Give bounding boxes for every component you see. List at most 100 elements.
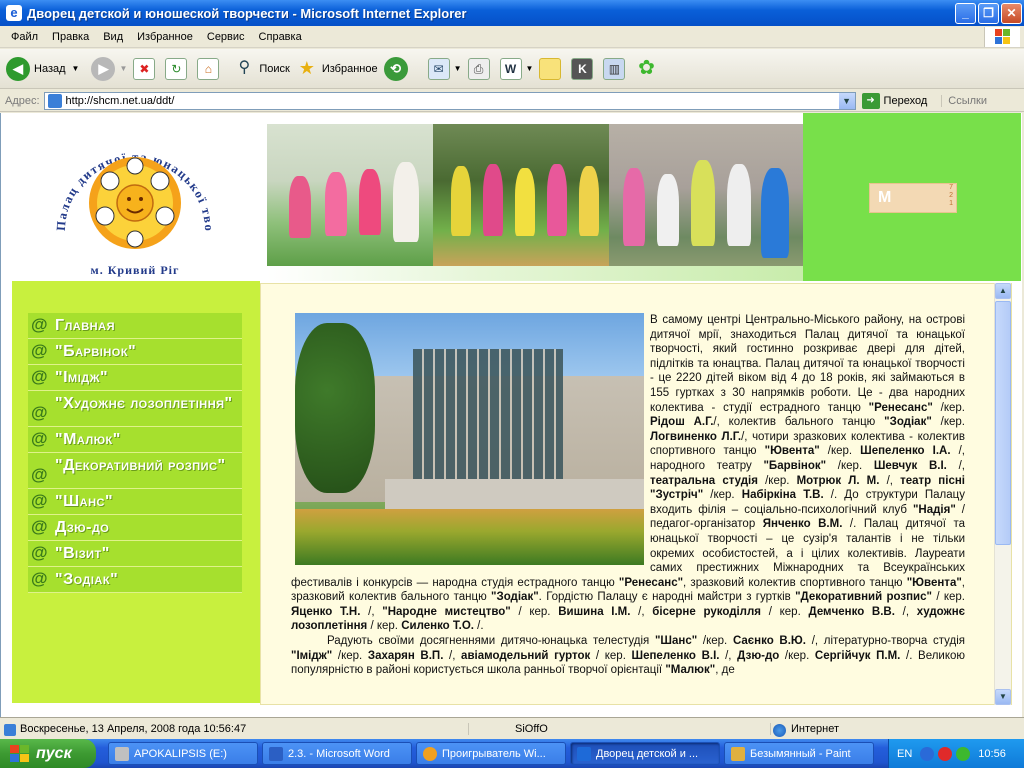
header-fade (267, 266, 803, 281)
taskbar: пуск APOKALIPSIS (E:) 2.3. - Microsoft W… (0, 739, 1024, 768)
spiral-icon: @ (31, 543, 48, 562)
home-icon: ⌂ (197, 57, 220, 80)
favorites-button[interactable]: ★ Избранное (296, 58, 378, 80)
tools-button[interactable]: ▥ (603, 57, 629, 80)
address-input[interactable]: http://shcm.net.ua/ddt/ ▼ (43, 91, 856, 110)
word-doc-icon (269, 746, 283, 761)
nav-label: "Імідж" (55, 369, 109, 386)
task-explorer[interactable]: APOKALIPSIS (E:) (108, 742, 258, 765)
spiral-icon: @ (31, 569, 48, 588)
photo-children-2 (433, 124, 609, 266)
menu-file[interactable]: Файл (4, 31, 45, 43)
search-icon: ⚲ (238, 58, 251, 76)
nav-label: "Декоративний розпис" (55, 457, 226, 474)
note-button[interactable] (539, 57, 565, 80)
nav-item-vizyt[interactable]: @ "Візит" (28, 541, 242, 567)
refresh-button[interactable]: ↻ (165, 57, 191, 80)
nav-item-zodiak[interactable]: @ "Зодіак" (28, 567, 242, 593)
content-frame: В самому центрі Центрально-Міського райо… (260, 283, 1012, 705)
globe-icon (773, 723, 786, 737)
menu-favorites[interactable]: Избранное (130, 31, 200, 43)
windows-flag-icon (10, 744, 30, 763)
nav-item-malyuk[interactable]: @ "Малюк" (28, 427, 242, 453)
maximize-button[interactable]: ❐ (978, 3, 999, 24)
task-ie[interactable]: Дворец детской и ... (570, 742, 720, 765)
kaspersky-icon[interactable] (938, 746, 953, 761)
forward-button[interactable]: ▶ ▼ (91, 56, 127, 81)
menu-help[interactable]: Справка (252, 31, 309, 43)
windows-logo-icon (984, 27, 1020, 47)
status-bar: Воскресенье, 13 Апреля, 2008 года 10:56:… (0, 717, 1024, 739)
address-bar: Адрес: http://shcm.net.ua/ddt/ ▼ ➜ Перех… (0, 90, 1024, 112)
scroll-up-icon[interactable]: ▲ (995, 283, 1011, 299)
tray-arrow-icon[interactable] (920, 746, 935, 761)
minimize-button[interactable]: _ (955, 3, 976, 24)
icq-tray-icon[interactable] (956, 746, 971, 761)
media-player-icon (423, 746, 437, 761)
address-dropdown-icon[interactable]: ▼ (838, 92, 855, 109)
links-button[interactable]: Ссылки (941, 94, 987, 107)
sidebar-nav: @ Главная @ "Барвінок" @ "Імідж" @ "Художнє … (28, 313, 242, 593)
spiral-icon: @ (31, 465, 48, 484)
back-dropdown-icon[interactable]: ▼ (72, 64, 80, 73)
content-scrollbar[interactable]: ▲ ▼ (994, 283, 1011, 705)
spiral-icon: @ (31, 341, 48, 360)
print-icon: ⎙ (467, 57, 490, 80)
spiral-icon: @ (31, 403, 48, 422)
counter-digit: 7 (949, 184, 953, 191)
counter-logo-icon: M (878, 189, 892, 206)
icq-button[interactable]: ✿ (635, 58, 661, 80)
menu-tools[interactable]: Сервис (200, 31, 252, 43)
menu-view[interactable]: Вид (96, 31, 130, 43)
nav-item-imidzh[interactable]: @ "Імідж" (28, 365, 242, 391)
spiral-icon: @ (31, 491, 48, 510)
site-header: Палац дитячої та юнацької творчості м. К… (1, 113, 1021, 281)
refresh-icon: ↻ (165, 57, 188, 80)
status-middle: SiOffO (468, 722, 770, 735)
scroll-thumb[interactable] (995, 301, 1011, 545)
language-indicator[interactable]: EN (897, 748, 912, 760)
nav-label: Дзю-до (55, 519, 110, 536)
go-button[interactable]: ➜ Переход (861, 92, 927, 109)
status-zone: Интернет (770, 722, 839, 737)
history-button[interactable]: ⟲ (383, 56, 412, 81)
toolbar: ◀ Назад ▼ ▶ ▼ ✖ ↻ ⌂ ⚲ Поиск ★ Избранное … (0, 49, 1024, 89)
menu-bar: Файл Правка Вид Избранное Сервис Справка (0, 26, 1024, 48)
article-text: В самому центрі Центрально-Міського райо… (291, 313, 965, 678)
forward-icon: ▶ (91, 56, 116, 81)
page-viewport[interactable]: Палац дитячої та юнацької творчості м. К… (0, 113, 1022, 717)
visit-counter[interactable]: M 7 2 1 (869, 183, 957, 213)
k-button[interactable]: K (571, 57, 597, 80)
ie-task-icon (577, 746, 591, 761)
task-media-player[interactable]: Проигрыватель Wi... (416, 742, 566, 765)
title-bar[interactable]: e Дворец детской и юношеской творчести -… (0, 0, 1024, 26)
scroll-down-icon[interactable]: ▼ (995, 689, 1011, 705)
nav-item-dzyudo[interactable]: @ Дзю-до (28, 515, 242, 541)
nav-item-glavnaya[interactable]: @ Главная (28, 313, 242, 339)
forward-dropdown-icon[interactable]: ▼ (119, 64, 127, 73)
start-button[interactable]: пуск (0, 739, 96, 768)
mail-button[interactable]: ✉ ▼ (427, 57, 462, 80)
window-title: Дворец детской и юношеской творчести - M… (27, 5, 467, 21)
stop-button[interactable]: ✖ (133, 57, 159, 80)
home-button[interactable]: ⌂ (197, 57, 223, 80)
task-word[interactable]: 2.3. - Microsoft Word (262, 742, 412, 765)
word-icon: W (499, 57, 522, 80)
nav-item-shans[interactable]: @ "Шанс" (28, 489, 242, 515)
menu-edit[interactable]: Правка (45, 31, 96, 43)
back-button[interactable]: ◀ Назад ▼ (6, 56, 80, 81)
sidebar: @ Главная @ "Барвінок" @ "Імідж" @ "Художнє … (12, 281, 260, 703)
task-paint[interactable]: Безымянный - Paint (724, 742, 874, 765)
nav-item-dekoratyvnyi[interactable]: @ "Декоративний розпис" (28, 453, 242, 489)
search-button[interactable]: ⚲ Поиск (233, 58, 290, 80)
close-button[interactable]: ✕ (1001, 3, 1022, 24)
print-button[interactable]: ⎙ (467, 57, 494, 80)
nav-item-khudozhne[interactable]: @ "Художнє лозоплетіння" (28, 391, 242, 427)
word-button[interactable]: W ▼ (499, 57, 533, 80)
nav-item-barvinok[interactable]: @ "Барвінок" (28, 339, 242, 365)
address-label: Адрес: (5, 94, 40, 107)
photo-children-1 (267, 124, 433, 266)
sun-emblem-icon (89, 157, 181, 249)
clock[interactable]: 10:56 (978, 748, 1006, 760)
site-logo[interactable]: Палац дитячої та юнацької творчості м. К… (45, 121, 225, 281)
